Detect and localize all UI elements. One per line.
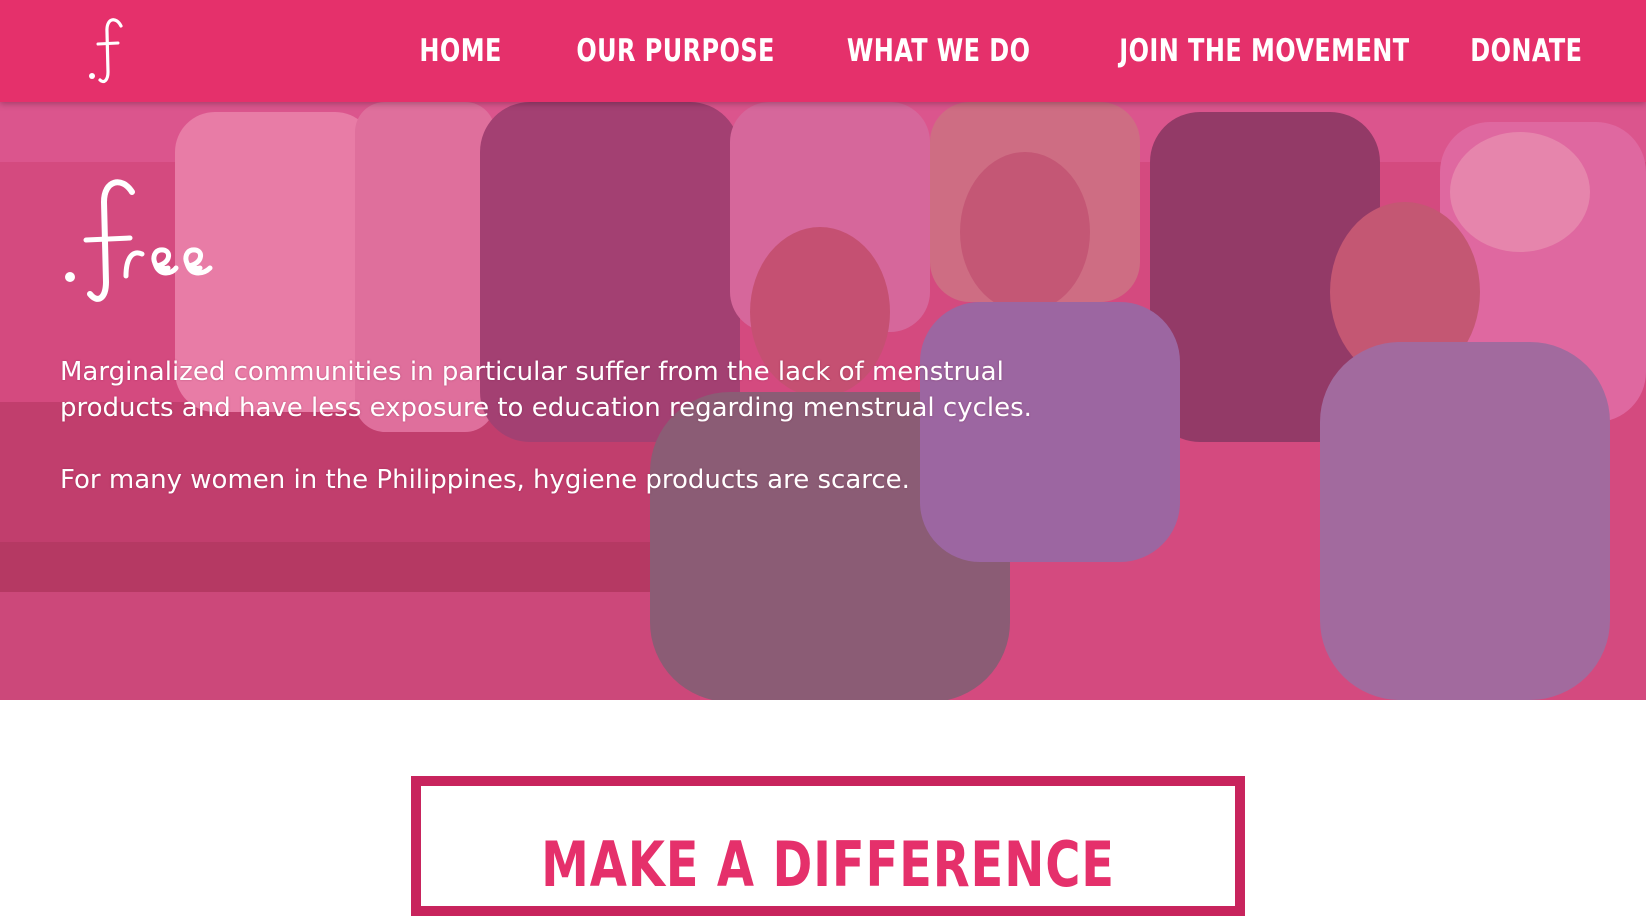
hero-section: Marginalized communities in particular s… (0, 102, 1646, 700)
cta-title: MAKE A DIFFERENCE (541, 828, 1115, 901)
f-script-logo-icon[interactable] (88, 14, 128, 84)
hero-paragraph-1: Marginalized communities in particular s… (60, 357, 1032, 423)
main-nav: HOME OUR PURPOSE WHAT WE DO JOIN THE MOV… (406, 0, 1582, 102)
nav-our-purpose[interactable]: OUR PURPOSE (576, 33, 775, 69)
nav-donate[interactable]: DONATE (1470, 33, 1582, 69)
top-navigation-bar: HOME OUR PURPOSE WHAT WE DO JOIN THE MOV… (0, 0, 1646, 102)
nav-join-the-movement[interactable]: JOIN THE MOVEMENT (1119, 33, 1409, 69)
free-script-logo-icon (65, 179, 213, 302)
nav-home[interactable]: HOME (419, 33, 501, 69)
hero-paragraph-2: For many women in the Philippines, hygie… (60, 465, 910, 495)
make-a-difference-box: MAKE A DIFFERENCE (411, 776, 1245, 916)
nav-what-we-do[interactable]: WHAT WE DO (846, 33, 1030, 69)
hero-text-block: Marginalized communities in particular s… (60, 354, 1040, 498)
